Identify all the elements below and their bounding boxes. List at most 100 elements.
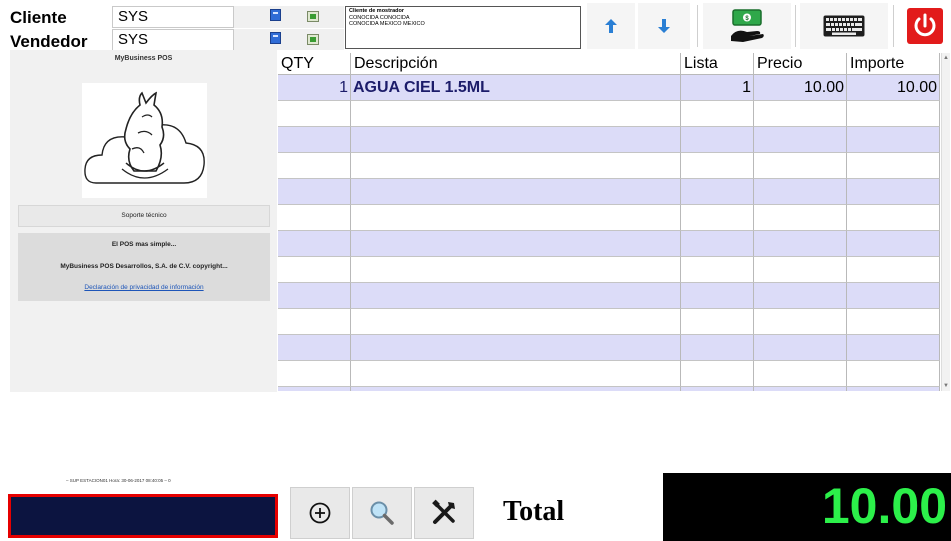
table-cell[interactable] — [681, 387, 754, 391]
table-cell[interactable] — [681, 283, 754, 309]
table-row[interactable] — [278, 205, 940, 231]
seller-picture-icon[interactable] — [307, 34, 319, 45]
table-cell[interactable] — [754, 153, 847, 179]
table-row[interactable] — [278, 231, 940, 257]
table-row[interactable] — [278, 361, 940, 387]
table-cell[interactable] — [351, 101, 681, 127]
table-cell[interactable] — [278, 179, 351, 205]
table-row[interactable] — [278, 153, 940, 179]
support-button[interactable]: Soporte técnico — [18, 205, 270, 227]
move-down-button[interactable] — [638, 3, 690, 49]
table-cell[interactable] — [351, 179, 681, 205]
table-cell[interactable] — [278, 361, 351, 387]
table-cell[interactable] — [278, 309, 351, 335]
table-cell[interactable] — [351, 387, 681, 391]
table-cell[interactable] — [351, 361, 681, 387]
table-cell[interactable] — [351, 257, 681, 283]
search-button[interactable] — [352, 487, 412, 539]
table-cell[interactable] — [351, 283, 681, 309]
table-cell[interactable] — [847, 309, 940, 335]
cell-description[interactable]: AGUA CIEL 1.5ML — [351, 75, 681, 101]
table-row[interactable] — [278, 283, 940, 309]
seller-field[interactable]: SYS — [112, 29, 234, 51]
table-cell[interactable] — [278, 231, 351, 257]
table-cell[interactable] — [754, 387, 847, 391]
table-cell[interactable] — [754, 231, 847, 257]
table-cell[interactable] — [278, 127, 351, 153]
table-cell[interactable] — [754, 257, 847, 283]
table-cell[interactable] — [351, 127, 681, 153]
table-cell[interactable] — [754, 127, 847, 153]
column-description[interactable]: Descripción — [351, 53, 681, 74]
table-row[interactable] — [278, 257, 940, 283]
client-field[interactable]: SYS — [112, 6, 234, 28]
cell-qty[interactable]: 1 — [278, 75, 351, 101]
move-up-button[interactable] — [587, 3, 635, 49]
privacy-link[interactable]: Declaración de privacidad de información — [18, 284, 270, 291]
table-cell[interactable] — [351, 153, 681, 179]
table-cell[interactable] — [351, 309, 681, 335]
table-cell[interactable] — [681, 205, 754, 231]
cell-lista[interactable]: 1 — [681, 75, 754, 101]
tools-button[interactable] — [414, 487, 474, 539]
table-cell[interactable] — [847, 101, 940, 127]
table-cell[interactable] — [754, 283, 847, 309]
scroll-down-icon[interactable]: ▼ — [943, 383, 949, 389]
sales-grid[interactable]: QTY Descripción Lista Precio Importe 1 A… — [278, 53, 940, 391]
table-cell[interactable] — [681, 309, 754, 335]
table-cell[interactable] — [681, 231, 754, 257]
table-cell[interactable] — [847, 335, 940, 361]
table-cell[interactable] — [754, 101, 847, 127]
table-cell[interactable] — [278, 387, 351, 391]
column-importe[interactable]: Importe — [847, 53, 940, 74]
table-cell[interactable] — [278, 257, 351, 283]
keyboard-button[interactable] — [800, 3, 888, 49]
exit-button[interactable] — [903, 3, 947, 49]
table-row[interactable]: 1 AGUA CIEL 1.5ML 1 10.00 10.00 — [278, 75, 940, 101]
table-cell[interactable] — [681, 153, 754, 179]
table-cell[interactable] — [847, 205, 940, 231]
client-picture-icon[interactable] — [307, 11, 319, 22]
cell-precio[interactable]: 10.00 — [754, 75, 847, 101]
table-cell[interactable] — [351, 231, 681, 257]
scroll-up-icon[interactable]: ▲ — [943, 55, 949, 61]
table-row[interactable] — [278, 179, 940, 205]
grid-scrollbar[interactable]: ▲ ▼ — [941, 53, 950, 391]
table-cell[interactable] — [278, 283, 351, 309]
table-row[interactable] — [278, 101, 940, 127]
add-item-button[interactable] — [290, 487, 350, 539]
table-cell[interactable] — [754, 179, 847, 205]
cell-importe[interactable]: 10.00 — [847, 75, 940, 101]
seller-lookup-icon[interactable] — [270, 32, 281, 44]
table-row[interactable] — [278, 309, 940, 335]
table-row[interactable] — [278, 335, 940, 361]
table-cell[interactable] — [847, 257, 940, 283]
table-cell[interactable] — [278, 335, 351, 361]
table-cell[interactable] — [847, 387, 940, 391]
table-cell[interactable] — [278, 153, 351, 179]
table-cell[interactable] — [681, 127, 754, 153]
table-cell[interactable] — [754, 335, 847, 361]
table-cell[interactable] — [681, 257, 754, 283]
table-cell[interactable] — [754, 361, 847, 387]
table-cell[interactable] — [847, 361, 940, 387]
table-cell[interactable] — [681, 101, 754, 127]
table-cell[interactable] — [681, 361, 754, 387]
barcode-input[interactable] — [8, 494, 278, 538]
table-cell[interactable] — [351, 205, 681, 231]
client-lookup-icon[interactable] — [270, 9, 281, 21]
table-cell[interactable] — [847, 231, 940, 257]
column-precio[interactable]: Precio — [754, 53, 847, 74]
table-cell[interactable] — [351, 335, 681, 361]
column-lista[interactable]: Lista — [681, 53, 754, 74]
table-cell[interactable] — [847, 153, 940, 179]
table-cell[interactable] — [681, 335, 754, 361]
table-cell[interactable] — [847, 127, 940, 153]
table-cell[interactable] — [847, 283, 940, 309]
table-cell[interactable] — [681, 179, 754, 205]
table-cell[interactable] — [754, 309, 847, 335]
table-cell[interactable] — [754, 205, 847, 231]
table-cell[interactable] — [278, 101, 351, 127]
table-cell[interactable] — [278, 205, 351, 231]
table-cell[interactable] — [847, 179, 940, 205]
